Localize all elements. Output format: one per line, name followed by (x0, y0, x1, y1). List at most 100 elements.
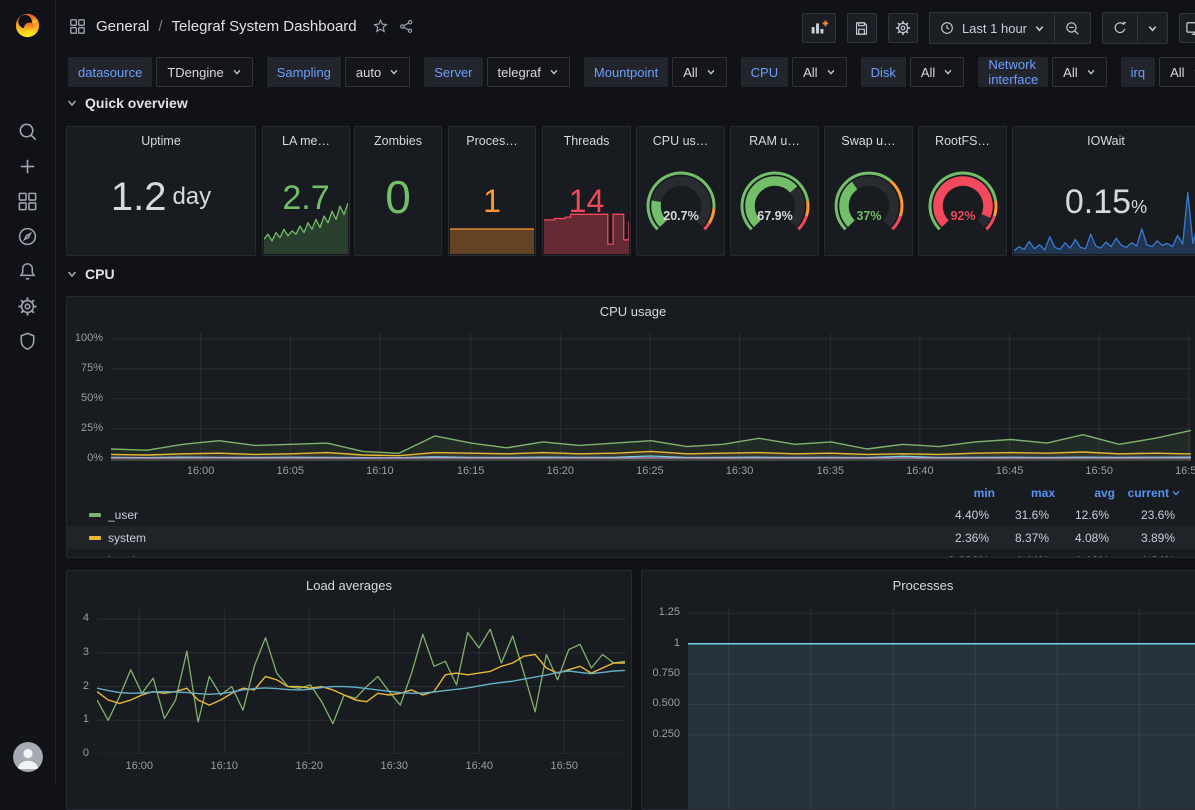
y-axis-tick: 4 (83, 612, 89, 624)
x-axis-tick: 16:15 (447, 465, 495, 477)
svg-text:92%: 92% (950, 209, 975, 223)
variable-irq: irqAll (1121, 57, 1195, 87)
variable-value-dropdown[interactable]: TDengine (156, 57, 252, 87)
user-avatar[interactable] (13, 742, 43, 772)
plus-icon[interactable] (16, 155, 39, 178)
variable-server: Servertelegraf (424, 57, 570, 87)
variable-value-dropdown[interactable]: auto (345, 57, 410, 87)
share-icon[interactable] (398, 18, 415, 35)
legend-sort-max[interactable]: max (995, 486, 1055, 500)
variable-sampling: Samplingauto (267, 57, 411, 87)
variable-disk: DiskAll (861, 57, 965, 87)
legend-value: 2.36% (929, 531, 989, 545)
variable-value-dropdown[interactable]: All (1159, 57, 1195, 87)
dashboard-grid-icon[interactable] (68, 17, 87, 36)
breadcrumb-separator: / (158, 18, 162, 35)
explore-compass-icon[interactable] (16, 225, 39, 248)
legend-sort-avg[interactable]: avg (1055, 486, 1115, 500)
panel-title[interactable]: Zombies (355, 134, 441, 148)
legend-value: 4.08% (1049, 531, 1109, 545)
variable-label: Disk (861, 57, 906, 87)
breadcrumb: General / Telegraf System Dashboard (68, 17, 415, 36)
star-icon[interactable] (372, 18, 389, 35)
legend-row-system: system2.36%8.37%4.08%3.89% (67, 526, 1195, 549)
panel-title[interactable]: Load averages (67, 578, 631, 593)
panel-title[interactable]: Threads (543, 134, 630, 148)
refresh-button[interactable] (1103, 13, 1137, 43)
legend-sort-min[interactable]: min (935, 486, 995, 500)
variable-label: Server (424, 57, 482, 87)
legend-value: 0.696% (929, 554, 989, 559)
y-axis-tick: 0.750 (652, 667, 680, 679)
gauge: 92% (924, 171, 1002, 240)
variable-value-dropdown[interactable]: All (1052, 57, 1106, 87)
panel-title[interactable]: Swap u… (825, 134, 912, 148)
legend-series-name[interactable]: system (108, 531, 146, 545)
panel-la-medium: LA me… 2.7 (262, 126, 350, 256)
alerting-bell-icon[interactable] (16, 260, 39, 283)
svg-text:67.9%: 67.9% (757, 209, 792, 223)
variable-value-dropdown[interactable]: All (792, 57, 846, 87)
variable-value-dropdown[interactable]: All (672, 57, 726, 87)
legend-series-swatch[interactable] (89, 536, 101, 540)
variable-value-dropdown[interactable]: All (910, 57, 964, 87)
x-axis-tick: 16:20 (536, 465, 584, 477)
dashboard-settings-button[interactable] (888, 13, 918, 43)
cycle-view-mode-button[interactable] (1179, 13, 1195, 43)
y-axis-tick: 50% (81, 392, 103, 404)
search-icon[interactable] (16, 120, 39, 143)
admin-shield-icon[interactable] (16, 330, 39, 353)
panel-title[interactable]: Proces… (449, 134, 535, 148)
legend-series-name[interactable]: iowait (108, 554, 139, 559)
section-quick-overview[interactable]: Quick overview (66, 95, 188, 111)
x-axis-tick: 16:30 (370, 760, 418, 772)
x-axis-tick: 16:20 (285, 760, 333, 772)
legend-series-name[interactable]: _user (108, 508, 138, 522)
legend-sort-current[interactable]: current (1115, 486, 1175, 500)
panel-title[interactable]: Processes (642, 578, 1195, 593)
x-axis-tick: 16:50 (540, 760, 588, 772)
panel-processes-stat: Proces… 1 (448, 126, 536, 256)
configuration-gear-icon[interactable] (16, 295, 39, 318)
legend-series-swatch[interactable] (89, 513, 101, 517)
dashboards-icon[interactable] (16, 190, 39, 213)
panel-cpu-usage-gauge: CPU us… 20.7% (636, 126, 725, 256)
grafana-logo[interactable] (12, 10, 43, 41)
time-range-picker[interactable]: Last 1 hour (930, 13, 1054, 43)
panel-title[interactable]: RAM u… (731, 134, 818, 148)
legend-value: 1.10% (1049, 554, 1109, 559)
chevron-down-icon (1034, 23, 1045, 34)
x-axis-tick: 16:00 (177, 465, 225, 477)
legend-value: 8.37% (989, 531, 1049, 545)
refresh-interval-dropdown[interactable] (1137, 13, 1167, 43)
panel-swap-usage-gauge: Swap u… 37% (824, 126, 913, 256)
sparkline (450, 226, 534, 254)
panel-title[interactable]: CPU usage (67, 304, 1195, 319)
zoom-out-button[interactable] (1054, 13, 1090, 43)
breadcrumb-folder[interactable]: General (96, 18, 149, 35)
panel-title[interactable]: RootFS… (919, 134, 1006, 148)
add-panel-button[interactable] (802, 13, 836, 43)
panel-title[interactable]: Uptime (67, 134, 255, 148)
processes-chart[interactable]: 1.2510.7500.5000.250 (648, 609, 1195, 809)
panel-title[interactable]: LA me… (263, 134, 349, 148)
y-axis-tick: 0% (87, 452, 103, 464)
x-axis-tick: 16:30 (716, 465, 764, 477)
panel-title[interactable]: IOWait (1013, 134, 1195, 148)
x-axis-tick: 16:10 (200, 760, 248, 772)
y-axis-tick: 0 (83, 747, 89, 759)
load-averages-chart[interactable]: 43210 16:0016:1016:2016:3016:4016:50 (73, 609, 625, 777)
dashboard-header: General / Telegraf System Dashboard Last… (55, 0, 1195, 50)
x-axis-tick: 16:35 (806, 465, 854, 477)
section-cpu[interactable]: CPU (66, 266, 115, 282)
save-dashboard-button[interactable] (847, 13, 877, 43)
x-axis-tick: 16:05 (266, 465, 314, 477)
cpu-usage-chart[interactable]: 100%75%50%25%0% 16:0016:0516:1016:1516:2… (75, 333, 1191, 477)
chevron-down-icon (943, 67, 953, 77)
legend-row-_user: _user4.40%31.6%12.6%23.6% (67, 503, 1195, 526)
gauge: 37% (830, 171, 908, 240)
variable-value-dropdown[interactable]: telegraf (487, 57, 570, 87)
panel-title[interactable]: CPU us… (637, 134, 724, 148)
variable-network-interface: Network interfaceAll (978, 57, 1106, 87)
variable-label: irq (1121, 57, 1155, 87)
